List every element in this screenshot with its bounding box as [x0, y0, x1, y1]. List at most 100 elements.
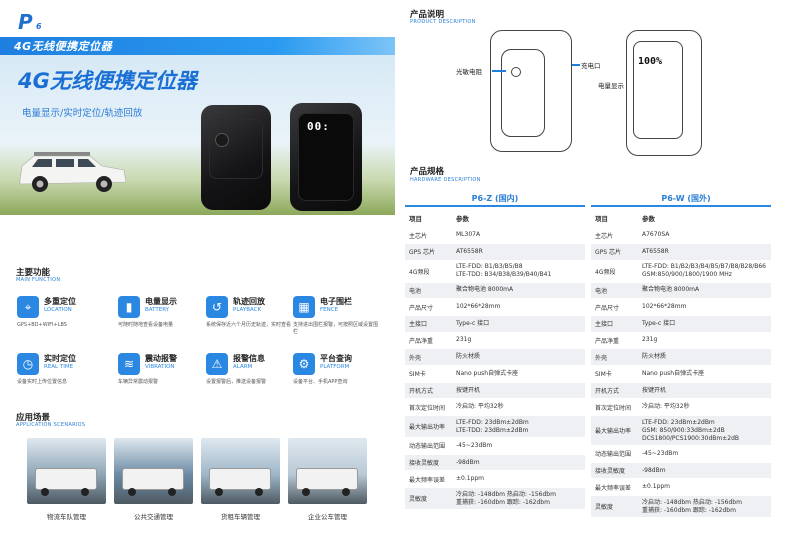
hero-subtitle: 电量显示/实时定位/轨迹回放 — [22, 108, 143, 119]
feature-desc: 车辆异常震动报警 — [118, 379, 159, 385]
spec-row: 开机方式 按键开机 — [591, 382, 771, 400]
feature-desc: 系统保存近六个月历史轨迹，实时查看 — [206, 322, 292, 328]
spec-value: 聚合物电池 8000mA — [452, 282, 585, 300]
spec-row: 接收灵敏度 -98dBm — [591, 462, 771, 480]
col-item-header: 项目 — [591, 210, 638, 228]
spec-key: 外壳 — [591, 348, 638, 366]
spec-value: 102*66*28mm — [452, 298, 585, 316]
spec-value: 防火材质 — [638, 348, 771, 366]
spec-row: 灵敏度 冷启动: -148dbm 热启动: -156dbm 重捕获: -160db… — [591, 495, 771, 519]
spec-key: 产品净重 — [591, 332, 638, 350]
feature-item: ≋ 震动报警 VIBRATION 车辆异常震动报警 — [118, 353, 208, 398]
spec-row: GPS 芯片 AT6558R — [591, 243, 771, 261]
spec-row: 主接口 Type-c 接口 — [591, 315, 771, 333]
gps-tracker-back-view — [201, 105, 271, 210]
spec-key: GPS 芯片 — [591, 243, 638, 261]
feature-en: VIBRATION — [145, 364, 175, 370]
spec-row: SIM卡 Nano push自弹式卡座 — [591, 365, 771, 383]
feature-name: 报警信息 — [233, 354, 265, 363]
spec-value: 102*66*28mm — [638, 298, 771, 316]
feature-en: REAL TIME — [44, 364, 74, 370]
spec-key: 主接口 — [591, 315, 638, 333]
spec-key: 最大输出功率 — [405, 415, 452, 439]
feature-desc: 支持进出围栏报警，可按照区域设置围栏 — [293, 322, 379, 335]
spec-value: AT6558R — [638, 243, 771, 261]
scene-label: 企业公车管理 — [308, 513, 347, 521]
spec-row: 4G频段 LTE-FDD: B1/B3/B5/B8 LTE-TDD: B34/B3… — [405, 260, 585, 283]
spec-key: 首次定位时间 — [405, 398, 452, 417]
spec-row: 电池 聚合物电池 8000mA — [591, 282, 771, 300]
spec-value: LTE-FDD: B1/B3/B5/B8 LTE-TDD: B34/B38/B3… — [452, 260, 585, 283]
spec-key: SIM卡 — [405, 365, 452, 383]
spec-row: 最大频率误差 ±0.1ppm — [405, 470, 585, 489]
device-outline-back — [490, 30, 572, 152]
brand-logo: P6 — [18, 10, 46, 34]
spec-row: 产品净重 231g — [591, 332, 771, 350]
banner-strip-text: 4G无线便携定位器 — [14, 40, 113, 53]
col-item-header: 项目 — [405, 210, 452, 228]
location-icon: ⌖ — [17, 296, 39, 318]
spec-key: 开机方式 — [591, 382, 638, 400]
spec-value: Type-c 接口 — [452, 315, 585, 333]
alarm-icon: ⚠ — [206, 353, 228, 375]
spec-value: ±0.1ppm — [452, 470, 585, 489]
spec-value: -45~23dBm — [638, 445, 771, 463]
feature-item: ⚙ 平台查询 PLATFORM 设备平台、手机APP查询 — [293, 353, 383, 398]
spec-key: SIM卡 — [591, 365, 638, 383]
scene-label: 货租车辆管理 — [221, 513, 260, 521]
spec-row: 产品尺寸 102*66*28mm — [405, 298, 585, 316]
spec-value: -98dBm — [452, 454, 585, 472]
spec-value: Nano push自弹式卡座 — [638, 365, 771, 383]
col-param-header: 参数 — [638, 210, 771, 228]
product-desc-subtitle: PRODUCT DESCRIPTION — [410, 19, 476, 25]
charge-port-label: 充电口 — [581, 62, 601, 70]
feature-en: PLAYBACK — [233, 307, 262, 313]
spec-row: 动态输出范围 -45~23dBm — [591, 445, 771, 463]
spec-key: 开机方式 — [405, 382, 452, 400]
front-display: 100% — [638, 56, 663, 67]
spec-row: 首次定位时间 冷启动: 平均32秒 — [405, 398, 585, 417]
spec-key: GPS 芯片 — [405, 243, 452, 261]
clock-icon: ◷ — [17, 353, 39, 375]
spec-key: 产品尺寸 — [405, 298, 452, 316]
feature-en: BATTERY — [145, 307, 170, 313]
spec-key: 4G频段 — [405, 260, 452, 283]
spec-key: 最大输出功率 — [591, 415, 638, 447]
feature-name: 震动报警 — [145, 354, 177, 363]
spec-key: 主芯片 — [405, 226, 452, 244]
feature-name: 轨迹回放 — [233, 297, 265, 306]
scene-image — [288, 438, 367, 504]
spec-key: 动态输出范围 — [405, 437, 452, 455]
battery-display-label: 电量显示 — [598, 82, 624, 90]
spec-row: 主芯片 ML307A — [405, 226, 585, 244]
spec-value: ±0.1ppm — [638, 478, 771, 497]
spec-key: 最大频率误差 — [405, 470, 452, 489]
spec-row: GPS 芯片 AT6558R — [405, 243, 585, 261]
spec-right-heading: P6-W (国外) — [661, 194, 711, 203]
feature-item: ▦ 电子围栏 FENCE 支持进出围栏报警，可按照区域设置围栏 — [293, 296, 383, 341]
spec-value: 聚合物电池 8000mA — [638, 282, 771, 300]
spec-key: 主芯片 — [591, 226, 638, 244]
features-subtitle: MAIN FUNCTION — [16, 277, 61, 283]
feature-item: ↺ 轨迹回放 PLAYBACK 系统保存近六个月历史轨迹，实时查看 — [206, 296, 296, 341]
spec-value: 防火材质 — [452, 348, 585, 366]
charge-arrow — [572, 64, 580, 66]
right-heading-rule — [591, 205, 771, 207]
spec-value: LTE-FDD: 23dBm±2dBm GSM: 850/900:33dBm±2… — [638, 415, 771, 447]
spec-value: 231g — [452, 332, 585, 350]
feature-en: PLATFORM — [320, 364, 350, 370]
spec-row: SIM卡 Nano push自弹式卡座 — [405, 365, 585, 383]
hero-banner: 4G无线便携定位器 电量显示/实时定位/轨迹回放 00: — [0, 55, 395, 215]
spec-key: 电池 — [591, 282, 638, 300]
logo-sub: 6 — [36, 22, 42, 31]
feature-en: LOCATION — [44, 307, 72, 313]
feature-en: FENCE — [320, 307, 339, 313]
feature-name: 多重定位 — [44, 297, 76, 306]
spec-table-overseas: 项目 参数 主芯片 A7670SA GPS 芯片 AT6558R 4G频段 LTE-FDD: … — [591, 210, 771, 519]
playback-icon: ↺ — [206, 296, 228, 318]
vibration-icon: ≋ — [118, 353, 140, 375]
spec-value: Nano push自弹式卡座 — [452, 365, 585, 383]
spec-key: 首次定位时间 — [591, 398, 638, 417]
brochure-right-page: 产品说明 PRODUCT DESCRIPTION 光敏电阻 充电口 100% 电… — [395, 0, 790, 553]
gps-tracker-front-view: 00: — [290, 103, 362, 211]
